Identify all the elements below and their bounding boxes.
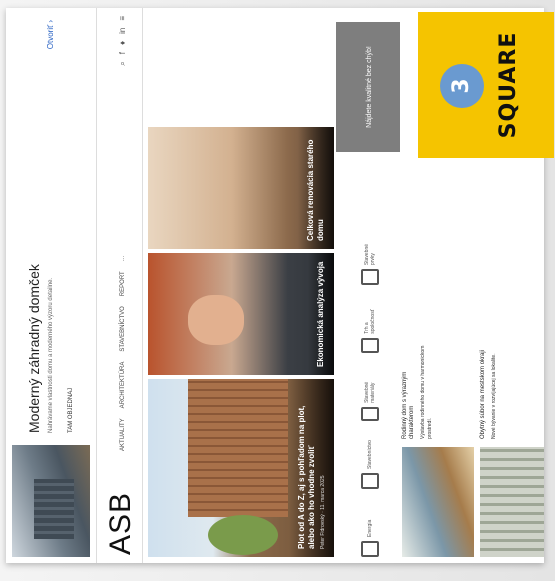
article-list: Rodinný dom s výrazným charakterom Výsta… (402, 127, 544, 557)
category-icons-row: Energia Stavebníctvo Stavebné materiály … (350, 117, 390, 557)
brick-icon (361, 406, 379, 421)
article-title[interactable]: Obytný súbor na mestskom okraji (480, 339, 487, 439)
badge-word: SQUARE (496, 31, 521, 139)
category-label: Stavebné materiály (364, 381, 376, 403)
category-stavebnictvo[interactable]: Stavebníctvo (350, 435, 390, 489)
hero-side-caption-2: Celková renovácia starého domu (298, 127, 334, 249)
hero-main-article[interactable]: Plot od A do Z, aj s pohľadom na plot, a… (148, 379, 334, 557)
category-energia[interactable]: Energia (350, 503, 390, 557)
fence-image (188, 379, 288, 517)
promo-open-button[interactable]: Otvoriť › (46, 20, 55, 49)
nav-icons: ⌕ f ♦ in ≡ (118, 16, 128, 66)
nav-item-architektura[interactable]: ARCHITEKTÚRA (120, 362, 126, 409)
tree-image (208, 515, 278, 555)
hero-main-meta: Peter Fidrovský · 11. marca 2025 (320, 475, 326, 549)
category-label: Stavebné prvky (364, 243, 376, 266)
site-logo[interactable]: ASB (104, 492, 138, 555)
hero-side-caption-1: Ekonomická analýza vývoja (308, 253, 334, 375)
category-trh[interactable]: Trh a spoločnosť (350, 299, 390, 353)
square-badge: 3 SQUARE (418, 12, 554, 158)
facebook-icon[interactable]: f (118, 52, 128, 54)
hero-side-article-2[interactable]: Celková renovácia starého domu (148, 127, 334, 249)
category-label: Energia (367, 519, 373, 537)
promo-image (12, 445, 90, 557)
hero-side-article-1[interactable]: Ekonomická analýza vývoja (148, 253, 334, 375)
badge-number: 3 (440, 64, 484, 108)
list-item[interactable]: Rodinný dom s výrazným charakterom Výsta… (402, 339, 474, 557)
category-label: Trh a spoločnosť (364, 309, 376, 334)
article-body: Výstavba rodinného domu v harmonickom pr… (420, 345, 433, 439)
category-prvky[interactable]: Stavebné prvky (350, 231, 390, 285)
article-text: Rodinný dom s výrazným charakterom Výsta… (402, 339, 474, 439)
badge-text: 3 SQUARE (418, 12, 554, 158)
promo-banner[interactable]: Moderný záhradný domček Nahrávame vlastn… (6, 8, 97, 563)
linkedin-icon[interactable]: in (118, 28, 128, 34)
article-thumbnail (402, 447, 474, 557)
newsletter-label: Nájdete kvalitné bez chýb! (366, 46, 373, 128)
promo-link[interactable]: TAM OBJEDNAJ (68, 388, 74, 433)
portrait-image (188, 295, 244, 345)
promo-title: Moderný záhradný domček (26, 264, 42, 433)
promo-subtitle: Nahrávame vlastnosti domu a moderného vý… (48, 277, 54, 433)
hero-main-caption: Plot od A do Z, aj s pohľadom na plot, a… (289, 379, 334, 557)
nav-item-aktuality[interactable]: AKTUALITY (120, 418, 126, 451)
nav-item-more[interactable]: … (120, 255, 126, 261)
article-text: Obytný súbor na mestskom okraji Nové býv… (480, 339, 544, 439)
category-materialy[interactable]: Stavebné materiály (350, 367, 390, 421)
twitter-icon[interactable]: ♦ (118, 41, 128, 45)
search-icon[interactable]: ⌕ (118, 61, 128, 65)
hero-main-title[interactable]: Plot od A do Z, aj s pohľadom na plot, a… (297, 387, 317, 549)
hero-side-title-2[interactable]: Celková renovácia starého domu (306, 135, 326, 241)
list-item[interactable]: Obytný súbor na mestskom okraji Nové býv… (480, 339, 544, 557)
tools-icon (361, 269, 379, 285)
nav-item-stavebnictvo[interactable]: STAVEBNÍCTVO (120, 306, 126, 351)
rss-icon[interactable]: ≡ (118, 16, 128, 21)
building-icon (361, 473, 379, 489)
article-title[interactable]: Rodinný dom s výrazným charakterom (402, 339, 416, 439)
hero-side-title-1[interactable]: Ekonomická analýza vývoja (316, 261, 326, 367)
article-body: Nové bývanie v rozvíjajúcej sa lokalite. (491, 353, 497, 439)
background-scene: Moderný záhradný domček Nahrávame vlastn… (0, 0, 555, 581)
nav-menu: AKTUALITY ARCHITEKTÚRA STAVEBNÍCTVO REPO… (120, 255, 126, 451)
chart-icon (361, 337, 379, 353)
document-icon (361, 541, 379, 557)
newsletter-box[interactable]: Nájdete kvalitné bez chýb! (336, 22, 400, 152)
nav-item-report[interactable]: REPORT (120, 271, 126, 296)
category-label: Stavebníctvo (367, 440, 373, 469)
article-thumbnail (480, 447, 544, 557)
main-navigation: ASB AKTUALITY ARCHITEKTÚRA STAVEBNÍCTVO … (102, 8, 143, 563)
